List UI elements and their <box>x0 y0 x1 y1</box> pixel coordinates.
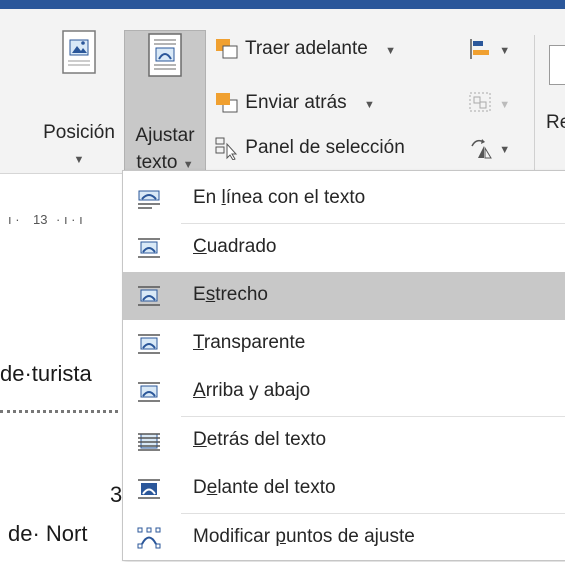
rotate-icon <box>471 139 492 159</box>
ruler-number: 13 <box>33 212 48 227</box>
wrap-text-label-line1: Ajustar <box>135 125 195 146</box>
menu-item-inline[interactable]: En línea con el texto <box>123 175 565 223</box>
position-icon <box>62 30 96 74</box>
top-bottom-wrap-icon <box>138 382 160 402</box>
chevron-down-icon: ▼ <box>499 99 511 112</box>
menu-item-label: Delante del texto <box>193 477 336 498</box>
position-label: Posición <box>43 122 115 143</box>
selection-pane-label: Panel de selección <box>245 137 405 159</box>
menu-item-label: En línea con el texto <box>193 187 366 208</box>
menu-item-label: Cuadrado <box>193 236 277 257</box>
align-button[interactable]: ▼ <box>468 37 510 61</box>
wrap-text-icon <box>148 33 182 77</box>
document-text-line: de· Nort <box>8 521 88 546</box>
chevron-down-icon: ▼ <box>73 154 85 166</box>
menu-item-label: Arriba y abajo <box>193 380 311 401</box>
dotted-separator <box>0 410 118 413</box>
square-wrap-icon <box>138 238 160 258</box>
menu-item-label: Detrás del texto <box>193 429 327 450</box>
document-text-line: 3 <box>110 482 123 507</box>
menu-item-label: Transparente <box>193 332 306 353</box>
menu-item-in-front-of-text[interactable]: Delante del texto <box>123 465 565 513</box>
through-wrap-icon <box>138 334 160 354</box>
bring-forward-label: Traer adelante <box>244 38 368 60</box>
menu-item-label: Modificar puntos de ajuste <box>193 526 415 547</box>
selection-pane-button[interactable]: Panel de selección <box>214 136 405 160</box>
selection-pane-icon <box>215 137 238 160</box>
send-backward-icon <box>216 93 238 113</box>
edit-wrap-points-icon <box>137 527 161 549</box>
chevron-down-icon: ▼ <box>363 99 375 112</box>
send-backward-label: Enviar atrás <box>245 92 347 114</box>
group-button: ▼ <box>468 91 510 115</box>
in-front-of-text-icon <box>138 479 160 499</box>
group-divider <box>534 35 535 175</box>
wrap-text-menu: En línea con el texto Cuadrado Estrecho … <box>122 170 565 561</box>
bring-forward-button[interactable]: Traer adelante ▼ <box>214 37 396 61</box>
behind-text-icon <box>138 433 160 451</box>
partial-ribbon-label: Re <box>546 112 565 133</box>
rotate-button[interactable]: ▼ <box>468 136 510 160</box>
menu-item-top-bottom[interactable]: Arriba y abajo <box>123 368 565 416</box>
chevron-down-icon: ▼ <box>499 45 511 58</box>
chevron-down-icon: ▼ <box>385 45 396 58</box>
document-text-line: de·turista <box>0 361 92 386</box>
ribbon: Posición ▼ Ajustar texto ▼ Traer adelant… <box>0 9 565 179</box>
group-icon <box>469 92 491 112</box>
chevron-down-icon: ▼ <box>499 144 511 157</box>
menu-item-tight[interactable]: Estrecho <box>123 272 565 320</box>
menu-item-through[interactable]: Transparente <box>123 320 565 368</box>
align-icon <box>470 39 489 59</box>
ruler: ı · 13 · ı · ı <box>8 212 83 227</box>
menu-item-behind-text[interactable]: Detrás del texto <box>123 417 565 465</box>
menu-item-square[interactable]: Cuadrado <box>123 224 565 272</box>
title-bar <box>0 0 565 9</box>
menu-item-edit-wrap-points[interactable]: Modificar puntos de ajuste <box>123 514 565 562</box>
bring-forward-icon <box>216 39 238 59</box>
menu-item-label: Estrecho <box>193 284 268 305</box>
position-button[interactable]: Posición ▼ <box>24 18 134 178</box>
send-backward-button[interactable]: Enviar atrás ▼ <box>214 91 375 115</box>
partial-ribbon-icon <box>549 45 565 85</box>
tight-wrap-icon <box>138 286 160 306</box>
wrap-text-button[interactable]: Ajustar texto ▼ <box>124 30 206 179</box>
inline-with-text-icon <box>138 190 160 209</box>
